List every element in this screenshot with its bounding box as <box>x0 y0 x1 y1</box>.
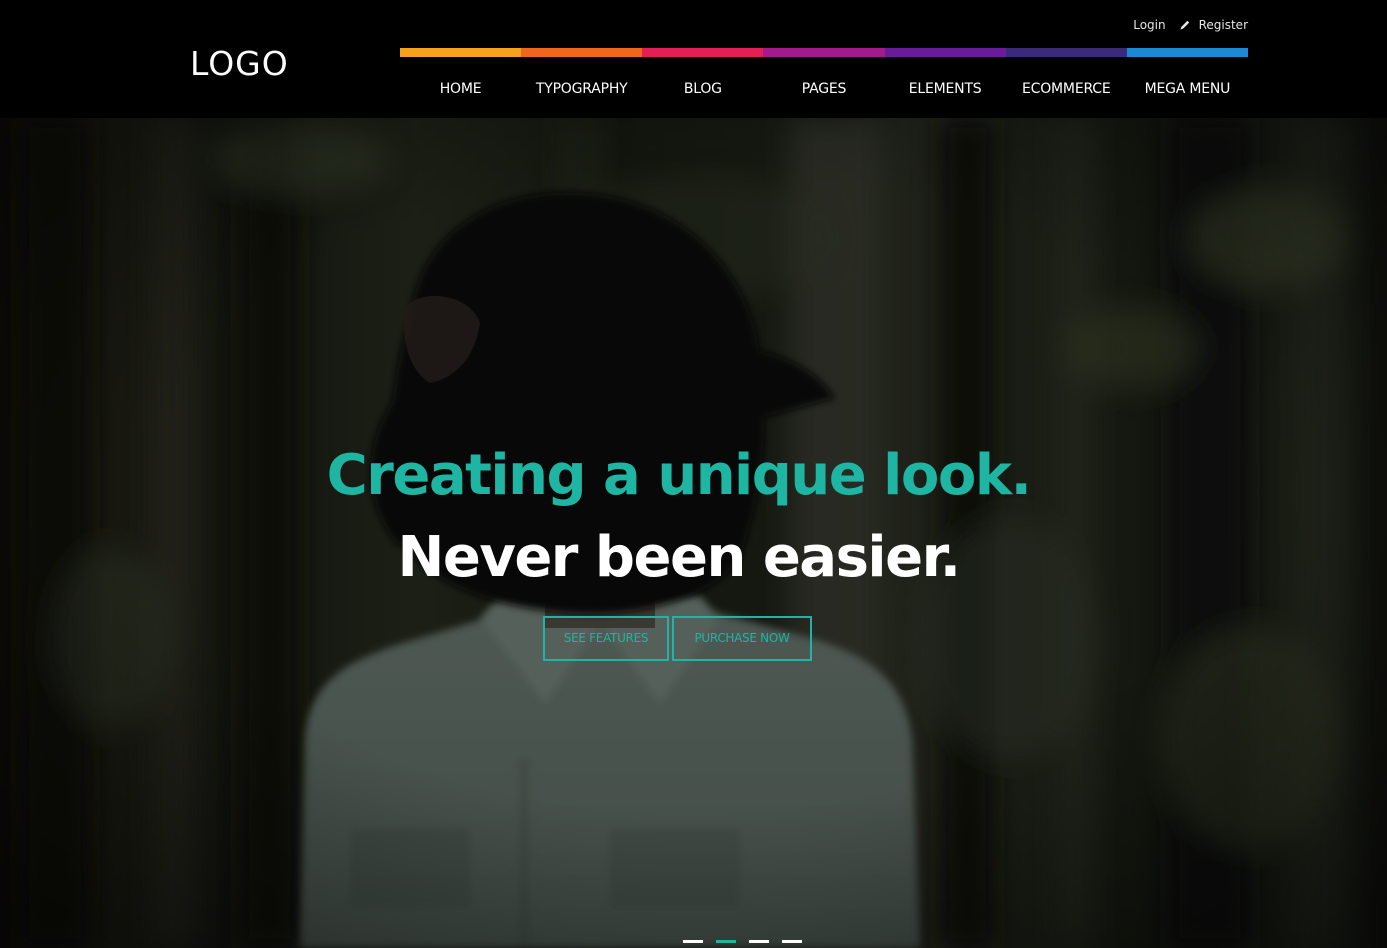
menu-color-segment <box>400 48 522 57</box>
nav-item-elements[interactable]: ELEMENTS <box>885 79 1006 99</box>
see-features-button[interactable]: SEE FEATURES <box>543 616 669 661</box>
menu-color-segment <box>884 48 1006 57</box>
register-link[interactable]: Register <box>1199 18 1248 32</box>
menu-color-segment <box>642 48 764 57</box>
slider-dot-active[interactable] <box>716 940 736 943</box>
nav-item-home[interactable]: HOME <box>400 79 521 99</box>
hero-slider: Creating a unique look. Never been easie… <box>0 118 1387 948</box>
hero-headline-accent: Creating a unique look. <box>326 442 1032 508</box>
nav-item-typography[interactable]: TYPOGRAPHY <box>521 79 642 99</box>
slider-dot[interactable] <box>782 940 802 943</box>
menu-color-segment <box>521 48 643 57</box>
login-link[interactable]: Login <box>1133 18 1165 32</box>
nav-item-blog[interactable]: BLOG <box>642 79 763 99</box>
site-logo[interactable]: LOGO <box>190 44 289 84</box>
menu-color-segment <box>763 48 885 57</box>
nav-item-pages[interactable]: PAGES <box>763 79 884 99</box>
slider-pagination <box>683 940 815 943</box>
hero-headline-main: Never been easier. <box>397 525 961 591</box>
pencil-icon <box>1179 19 1191 31</box>
slider-dot[interactable] <box>749 940 769 943</box>
nav-item-ecommerce[interactable]: ECOMMERCE <box>1006 79 1127 99</box>
menu-color-strip <box>400 48 1248 57</box>
slider-dot[interactable] <box>683 940 703 943</box>
menu-color-segment <box>1005 48 1127 57</box>
hero-content: Creating a unique look. Never been easie… <box>0 118 1387 948</box>
nav-item-mega-menu[interactable]: MEGA MENU <box>1127 79 1248 99</box>
main-nav: HOME TYPOGRAPHY BLOG PAGES ELEMENTS ECOM… <box>400 79 1248 99</box>
purchase-now-button[interactable]: PURCHASE NOW <box>672 616 812 661</box>
account-links: Login Register <box>1133 16 1248 34</box>
page: LOGO Login Register HOME TYPOGRAPHY BLOG… <box>0 0 1387 948</box>
site-header: LOGO Login Register HOME TYPOGRAPHY BLOG… <box>0 0 1387 118</box>
menu-color-segment <box>1126 48 1248 57</box>
